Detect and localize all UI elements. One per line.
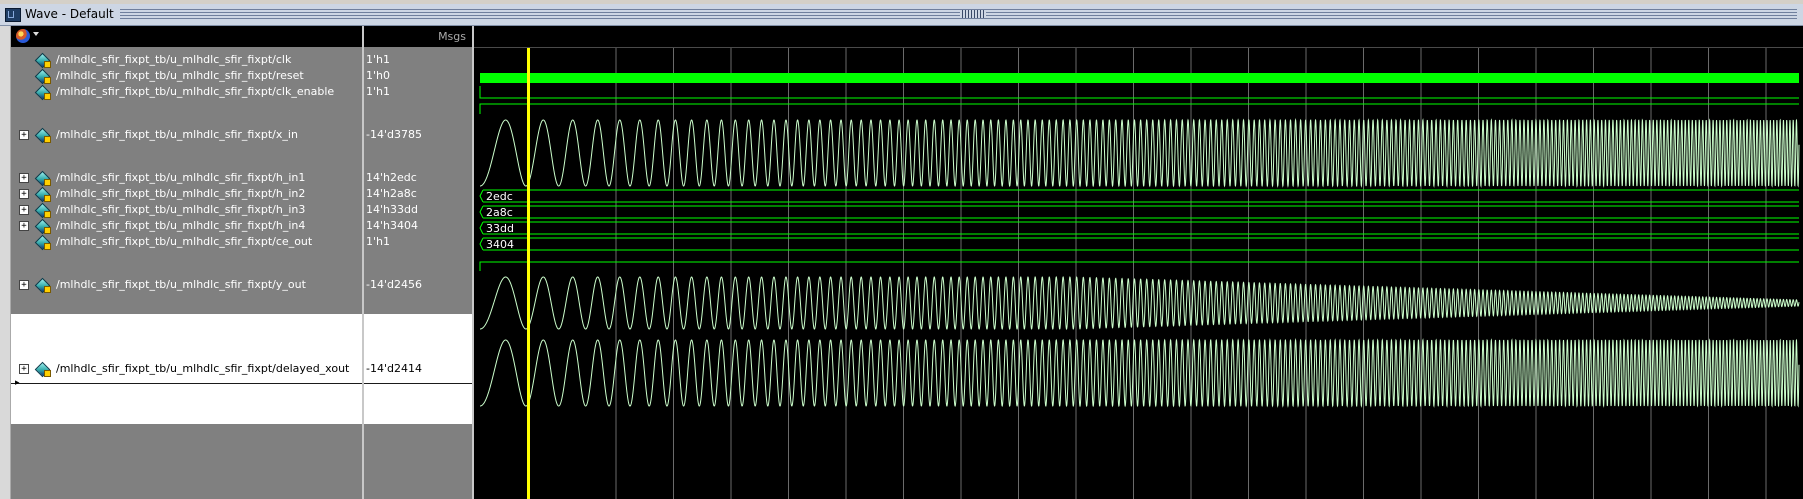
expand-icon[interactable]: + bbox=[19, 364, 29, 374]
x-in-wave bbox=[480, 118, 1800, 188]
expand-icon[interactable]: + bbox=[19, 205, 29, 215]
signal-value: 14'h2a8c bbox=[366, 187, 417, 200]
wave-window-icon bbox=[5, 8, 21, 22]
signal-value: -14'd3785 bbox=[366, 128, 422, 141]
signal-value: 14'h2edc bbox=[366, 171, 417, 184]
signal-name: /mlhdlc_sfir_fixpt_tb/u_mlhdlc_sfir_fixp… bbox=[56, 187, 306, 200]
signal-icon bbox=[35, 203, 51, 218]
signal-icon bbox=[35, 278, 51, 293]
signal-name: /mlhdlc_sfir_fixpt_tb/u_mlhdlc_sfir_fixp… bbox=[56, 53, 292, 66]
signal-name: /mlhdlc_sfir_fixpt_tb/u_mlhdlc_sfir_fixp… bbox=[56, 203, 306, 216]
signal-icon bbox=[35, 69, 51, 84]
expand-icon[interactable]: + bbox=[19, 130, 29, 140]
signal-name: /mlhdlc_sfir_fixpt_tb/u_mlhdlc_sfir_fixp… bbox=[56, 219, 306, 232]
window-title: Wave - Default bbox=[23, 5, 120, 23]
signal-value: 1'h1 bbox=[366, 53, 390, 66]
expand-icon[interactable]: + bbox=[19, 173, 29, 183]
signal-value: -14'd2414 bbox=[366, 362, 422, 375]
signal-icon bbox=[35, 219, 51, 234]
signal-icon bbox=[35, 362, 51, 377]
signal-name: /mlhdlc_sfir_fixpt_tb/u_mlhdlc_sfir_fixp… bbox=[56, 128, 298, 141]
insertion-arrow-icon: ▸ bbox=[15, 378, 20, 388]
signal-row-reset[interactable]: /mlhdlc_sfir_fixpt_tb/u_mlhdlc_sfir_fixp… bbox=[11, 68, 363, 84]
signal-row-h-in1[interactable]: + /mlhdlc_sfir_fixpt_tb/u_mlhdlc_sfir_fi… bbox=[11, 170, 363, 186]
signal-row-x-in[interactable]: + /mlhdlc_sfir_fixpt_tb/u_mlhdlc_sfir_fi… bbox=[11, 127, 363, 143]
delayed-xout-wave bbox=[480, 338, 1800, 408]
signal-row-y-out[interactable]: + /mlhdlc_sfir_fixpt_tb/u_mlhdlc_sfir_fi… bbox=[11, 277, 363, 293]
chevron-down-icon[interactable] bbox=[33, 32, 39, 36]
signal-value: 14'h33dd bbox=[366, 203, 418, 216]
y-out-wave bbox=[480, 276, 1800, 330]
signal-name-pane: /mlhdlc_sfir_fixpt_tb/u_mlhdlc_sfir_fixp… bbox=[11, 26, 363, 499]
signal-name: /mlhdlc_sfir_fixpt_tb/u_mlhdlc_sfir_fixp… bbox=[56, 235, 313, 248]
waveform-canvas[interactable]: 2edc 2a8c 33dd 3404 bbox=[474, 26, 1803, 499]
pane-left-edge bbox=[0, 26, 11, 499]
clk-wave bbox=[480, 73, 1799, 83]
signal-name: /mlhdlc_sfir_fixpt_tb/u_mlhdlc_sfir_fixp… bbox=[56, 362, 350, 375]
signal-icon bbox=[35, 53, 51, 68]
signal-row-delayed-xout[interactable]: + /mlhdlc_sfir_fixpt_tb/u_mlhdlc_sfir_fi… bbox=[11, 361, 363, 377]
signal-value: 1'h1 bbox=[366, 85, 390, 98]
bus-value-label: 3404 bbox=[486, 238, 514, 251]
bus-value-label: 2edc bbox=[486, 190, 513, 203]
msgs-label: Msgs bbox=[438, 30, 466, 43]
insertion-line bbox=[364, 383, 472, 384]
expand-icon[interactable]: + bbox=[19, 280, 29, 290]
signal-value: 1'h1 bbox=[366, 235, 390, 248]
bus-wave bbox=[479, 189, 1799, 203]
signal-name: /mlhdlc_sfir_fixpt_tb/u_mlhdlc_sfir_fixp… bbox=[56, 69, 304, 82]
signal-row-h-in3[interactable]: + /mlhdlc_sfir_fixpt_tb/u_mlhdlc_sfir_fi… bbox=[11, 202, 363, 218]
signal-name: /mlhdlc_sfir_fixpt_tb/u_mlhdlc_sfir_fixp… bbox=[56, 278, 306, 291]
signal-value: 1'h0 bbox=[366, 69, 390, 82]
signal-name-header bbox=[11, 26, 363, 47]
bus-value-label: 2a8c bbox=[486, 206, 513, 219]
bus-wave bbox=[479, 221, 1799, 235]
signal-row-h-in2[interactable]: + /mlhdlc_sfir_fixpt_tb/u_mlhdlc_sfir_fi… bbox=[11, 186, 363, 202]
signal-row-clk[interactable]: /mlhdlc_sfir_fixpt_tb/u_mlhdlc_sfir_fixp… bbox=[11, 52, 363, 68]
clk-enable-wave bbox=[479, 103, 1799, 114]
signal-value: 14'h3404 bbox=[366, 219, 418, 232]
bus-wave bbox=[479, 237, 1799, 251]
reset-wave bbox=[479, 86, 1799, 99]
signal-icon bbox=[35, 235, 51, 250]
value-header: Msgs bbox=[364, 26, 472, 47]
expand-icon[interactable]: + bbox=[19, 221, 29, 231]
signal-row-h-in4[interactable]: + /mlhdlc_sfir_fixpt_tb/u_mlhdlc_sfir_fi… bbox=[11, 218, 363, 234]
signal-row-ce-out[interactable]: /mlhdlc_sfir_fixpt_tb/u_mlhdlc_sfir_fixp… bbox=[11, 234, 363, 250]
signal-icon bbox=[35, 85, 51, 100]
signal-icon bbox=[35, 171, 51, 186]
signal-icon bbox=[35, 187, 51, 202]
time-cursor bbox=[527, 48, 530, 499]
signal-value-pane: Msgs 1'h1 1'h0 1'h1 -14'd3785 14'h2edc 1… bbox=[364, 26, 472, 499]
waveform-pane[interactable]: 2edc 2a8c 33dd 3404 bbox=[474, 26, 1803, 499]
bus-wave bbox=[479, 205, 1799, 219]
signal-row-clk-enable[interactable]: /mlhdlc_sfir_fixpt_tb/u_mlhdlc_sfir_fixp… bbox=[11, 84, 363, 100]
window-drag-handle[interactable] bbox=[960, 10, 986, 18]
bus-value-label: 33dd bbox=[486, 222, 514, 235]
globe-icon[interactable] bbox=[16, 29, 30, 43]
signal-name: /mlhdlc_sfir_fixpt_tb/u_mlhdlc_sfir_fixp… bbox=[56, 171, 306, 184]
insertion-line bbox=[11, 383, 363, 384]
wave-window-titlebar[interactable]: Wave - Default bbox=[0, 4, 1803, 26]
expand-icon[interactable]: + bbox=[19, 189, 29, 199]
signal-value: -14'd2456 bbox=[366, 278, 422, 291]
signal-name: /mlhdlc_sfir_fixpt_tb/u_mlhdlc_sfir_fixp… bbox=[56, 85, 335, 98]
titlebar-grip[interactable] bbox=[112, 9, 1797, 19]
ce-out-wave bbox=[479, 261, 1799, 271]
signal-icon bbox=[35, 128, 51, 143]
